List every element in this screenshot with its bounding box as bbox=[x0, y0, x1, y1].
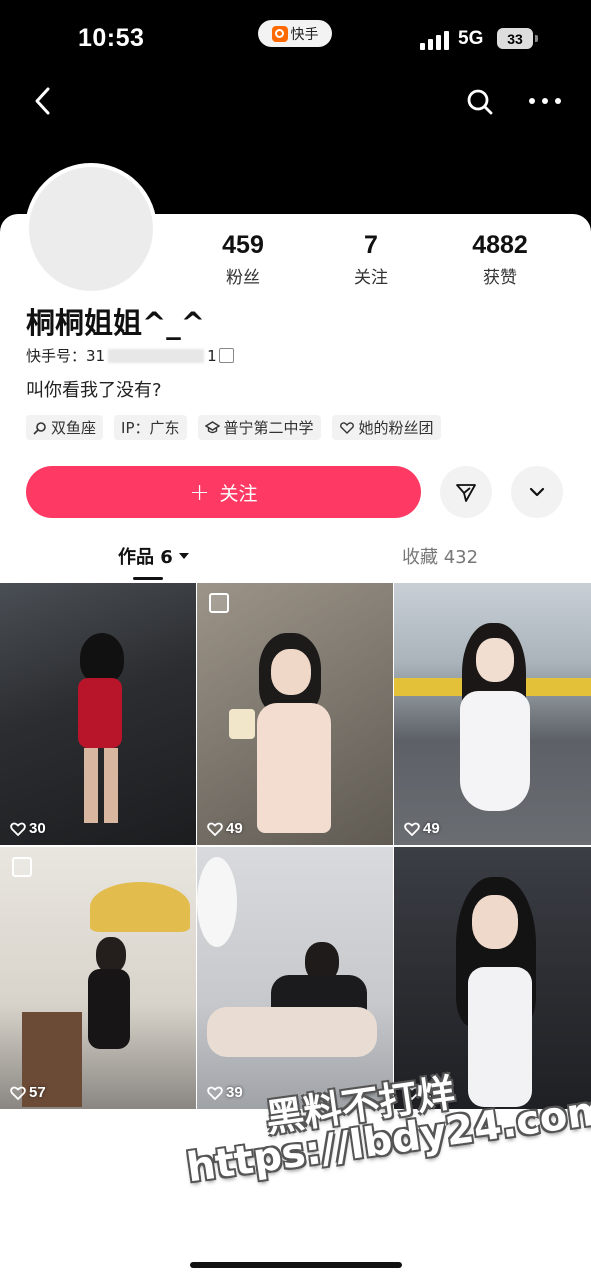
like-count-value: 39 bbox=[226, 1084, 243, 1101]
heart-icon bbox=[10, 1086, 26, 1100]
photo-icon bbox=[209, 593, 229, 613]
likes-count: 4882 bbox=[472, 231, 528, 259]
photo-icon bbox=[12, 857, 32, 877]
fan-club-icon bbox=[339, 421, 354, 434]
heart-icon bbox=[207, 822, 223, 836]
work-tile-3[interactable]: 49 bbox=[394, 583, 591, 845]
follow-button[interactable]: + 关注 bbox=[26, 466, 421, 518]
nickname: 桐桐姐姐^_^ bbox=[26, 306, 206, 340]
following-count: 7 bbox=[364, 231, 378, 259]
heart-icon bbox=[207, 1086, 223, 1100]
network-type: 5G bbox=[458, 28, 484, 49]
copy-icon[interactable] bbox=[218, 348, 234, 363]
tag-school[interactable]: 普宁第二中学 bbox=[197, 415, 321, 440]
tab-works[interactable]: 作品 6 bbox=[118, 543, 190, 569]
stat-likes[interactable]: 4882 获赞 bbox=[445, 230, 555, 288]
back-button[interactable] bbox=[30, 84, 60, 118]
like-count-value: 57 bbox=[29, 1084, 46, 1101]
tag-fan-club[interactable]: 她的粉丝团 bbox=[331, 415, 441, 440]
follow-label: 关注 bbox=[219, 482, 258, 505]
status-time: 10:53 bbox=[78, 24, 145, 52]
kuaishou-id[interactable]: 快手号：31 1 bbox=[26, 345, 234, 366]
share-button[interactable] bbox=[440, 466, 492, 518]
search-button[interactable] bbox=[464, 86, 496, 118]
school-icon bbox=[204, 420, 220, 433]
battery-level: 33 bbox=[507, 30, 523, 47]
like-count: 57 bbox=[10, 1084, 46, 1101]
chevron-left-icon bbox=[35, 87, 50, 115]
more-button[interactable] bbox=[526, 86, 564, 118]
heart-icon bbox=[10, 822, 26, 836]
like-count: 39 bbox=[207, 1084, 243, 1101]
tab-indicator bbox=[133, 577, 163, 580]
work-tile-2[interactable]: 49 bbox=[197, 583, 393, 845]
signal-icon bbox=[420, 30, 450, 50]
work-tile-4[interactable]: 57 bbox=[0, 847, 196, 1109]
stat-fans[interactable]: 459 粉丝 bbox=[188, 230, 298, 288]
plus-icon: + bbox=[189, 478, 210, 506]
kuaishou-logo-icon bbox=[271, 25, 288, 42]
tab-works-label: 作品 6 bbox=[118, 547, 173, 568]
tab-favorites[interactable]: 收藏 432 bbox=[402, 543, 478, 569]
expand-button[interactable] bbox=[511, 466, 563, 518]
caret-down-icon bbox=[178, 553, 189, 559]
home-indicator[interactable] bbox=[190, 1262, 402, 1268]
stat-following[interactable]: 7 关注 bbox=[316, 230, 426, 288]
kuaishou-id-prefix: 快手号：31 bbox=[26, 347, 106, 365]
tag-ip-label: IP：广东 bbox=[121, 419, 180, 437]
battery-icon: 33 bbox=[497, 28, 538, 49]
heart-icon bbox=[404, 822, 420, 836]
profile-tags: 双鱼座 IP：广东 普宁第二中学 她的粉丝团 bbox=[26, 415, 441, 440]
likes-label: 获赞 bbox=[483, 268, 517, 288]
work-tile-1[interactable]: 30 bbox=[0, 583, 196, 845]
chevron-down-icon bbox=[529, 487, 545, 497]
kuaishou-pill[interactable]: 快手 bbox=[258, 20, 332, 47]
gender-icon bbox=[33, 421, 46, 435]
fans-count: 459 bbox=[222, 231, 264, 259]
redacted-id bbox=[108, 348, 205, 363]
tab-favorites-label: 收藏 432 bbox=[402, 547, 479, 568]
fans-label: 粉丝 bbox=[226, 268, 260, 288]
works-grid: 30 49 49 57 39 1 bbox=[0, 583, 591, 1109]
like-count-value: 30 bbox=[29, 820, 46, 837]
following-label: 关注 bbox=[354, 268, 388, 288]
tag-zodiac[interactable]: 双鱼座 bbox=[26, 415, 104, 440]
like-count: 30 bbox=[10, 820, 46, 837]
search-icon bbox=[467, 89, 493, 115]
kuaishou-id-suffix: 1 bbox=[207, 346, 217, 365]
like-count: 49 bbox=[207, 820, 243, 837]
like-count-value: 49 bbox=[423, 820, 440, 837]
bio: 叫你看我了没有? bbox=[26, 380, 162, 401]
work-tile-5[interactable]: 39 bbox=[197, 847, 393, 1109]
send-icon bbox=[456, 484, 476, 502]
avatar[interactable] bbox=[25, 163, 157, 295]
tag-ip: IP：广东 bbox=[114, 415, 187, 440]
like-count: 49 bbox=[404, 820, 440, 837]
status-bar: 10:53 快手 5G 33 bbox=[0, 0, 591, 80]
tag-zodiac-label: 双鱼座 bbox=[51, 419, 97, 437]
app-pill-label: 快手 bbox=[290, 26, 319, 43]
like-count-value: 49 bbox=[226, 820, 243, 837]
more-icon bbox=[529, 98, 561, 104]
tag-fan-club-label: 她的粉丝团 bbox=[358, 419, 434, 437]
tag-school-label: 普宁第二中学 bbox=[223, 419, 314, 437]
